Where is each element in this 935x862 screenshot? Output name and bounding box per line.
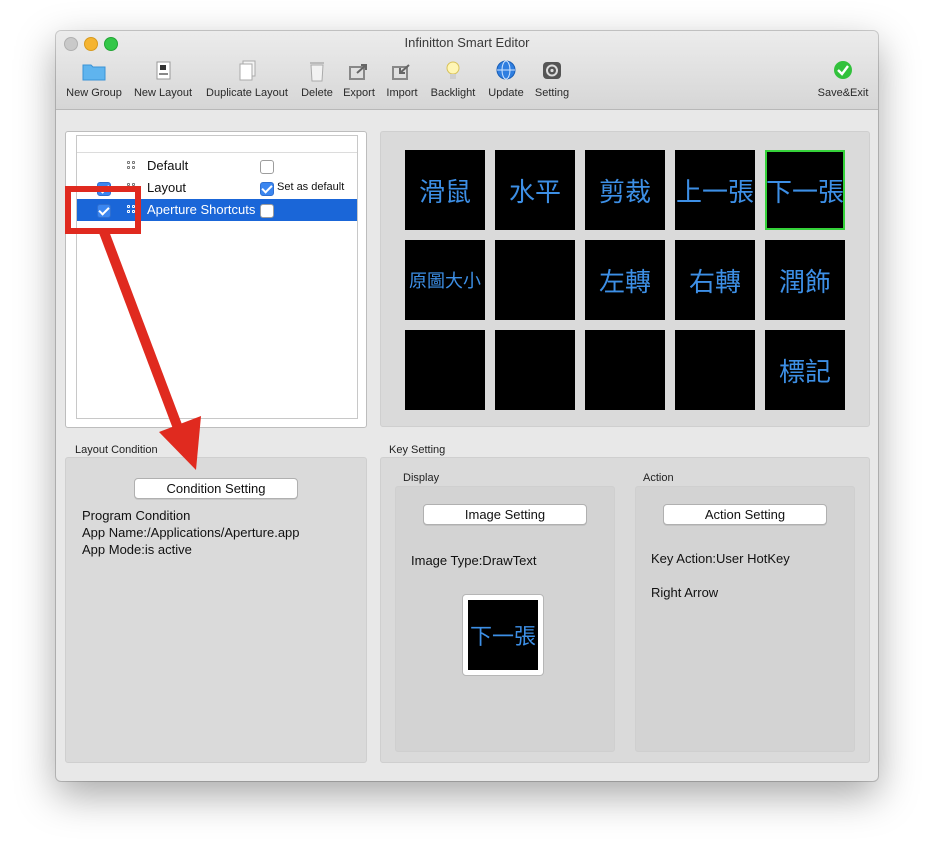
annotation-arrow-head bbox=[159, 416, 201, 470]
annotation-highlight-box bbox=[65, 186, 141, 234]
annotation-overlay bbox=[65, 186, 201, 470]
annotation-arrow-shaft bbox=[99, 230, 183, 430]
